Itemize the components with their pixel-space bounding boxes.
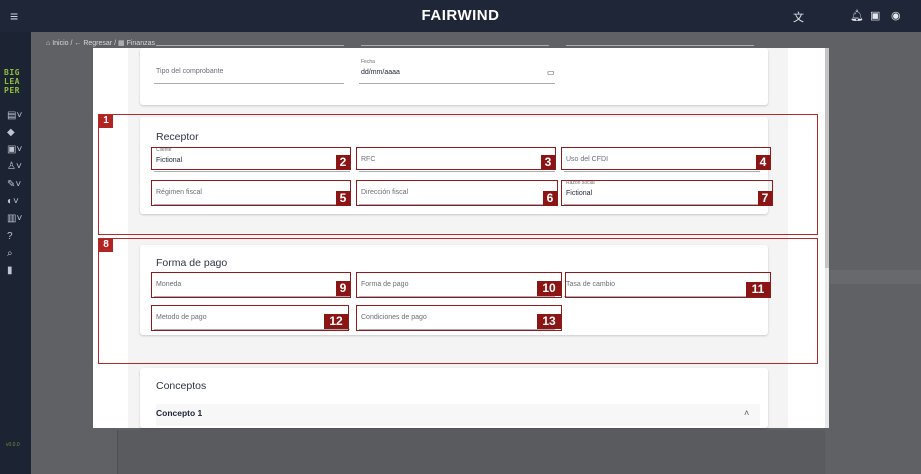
sidebar-item-catalog-icon[interactable]: ◐˅ <box>7 196 27 207</box>
annotation-box-condiciones <box>356 305 562 331</box>
annotation-tag-4: 4 <box>756 155 770 170</box>
field-line <box>156 45 344 46</box>
top-bar: ≡ FAIRWIND 文 🔔︎ ▣ ◉ <box>0 0 921 32</box>
breadcrumb: ⌂ Inicio / ← Regresar / ▦ Finanzas <box>46 40 155 47</box>
annotation-box-direccion <box>356 180 558 206</box>
back-arrow-icon: ← <box>74 40 82 47</box>
search-icon[interactable]: ⌕ <box>7 248 27 259</box>
finance-icon: ▦ <box>118 40 125 47</box>
annotation-tag-7: 7 <box>758 191 772 206</box>
background-card <box>117 430 825 474</box>
annotation-tag-3: 3 <box>541 155 555 170</box>
annotation-box-forma-pago <box>98 238 818 364</box>
account-icon[interactable]: ◉ <box>891 9 901 22</box>
breadcrumb-home[interactable]: Inicio <box>52 40 68 47</box>
modal-scrollbar[interactable] <box>825 48 829 428</box>
field-line <box>361 45 549 46</box>
sidebar-item-documents-icon[interactable]: ▤˅ <box>7 110 27 121</box>
annotation-box-regimen <box>151 180 351 206</box>
annotation-tag-2: 2 <box>336 155 350 170</box>
annotation-tag-1: 1 <box>99 115 113 128</box>
annotation-tag-11: 11 <box>746 282 770 297</box>
chat-icon[interactable]: ▣ <box>870 9 880 22</box>
sidebar: BIG LEA PER ▤˅ ◆ ▣˅ ♙˅ ✎˅ ◐˅ ▥˅ ? ⌕ ▮ v0… <box>0 32 31 474</box>
bell-icon[interactable]: 🔔︎ <box>850 9 864 22</box>
logo: BIG LEA PER <box>4 68 20 95</box>
book-icon[interactable]: ▮ <box>7 265 27 276</box>
sidebar-item-reports-icon[interactable]: ▥˅ <box>7 213 27 224</box>
conceptos-title: Conceptos <box>156 380 207 392</box>
annotation-tag-5: 5 <box>336 191 350 206</box>
annotation-box-receptor <box>98 114 818 235</box>
app-brand: FAIRWIND <box>421 7 500 24</box>
annotation-box-cliente <box>151 147 351 170</box>
annotation-tag-9: 9 <box>336 281 350 296</box>
field-line <box>566 45 754 46</box>
annotation-tag-8: 8 <box>99 239 113 252</box>
annotation-tag-13: 13 <box>537 314 561 329</box>
scrollbar-thumb[interactable] <box>825 48 829 268</box>
annotation-box-metodo <box>151 305 349 331</box>
sidebar-item-finance-icon[interactable]: ▣˅ <box>7 144 27 155</box>
home-icon: ⌂ <box>46 40 51 47</box>
annotation-box-tasa <box>565 272 771 298</box>
background-strip <box>830 270 921 284</box>
tipo-comprobante-field[interactable]: Tipo del comprobante <box>154 62 344 84</box>
help-icon[interactable]: ? <box>7 231 27 242</box>
annotation-box-rfc <box>356 147 556 170</box>
concepto-panel-header[interactable]: Concepto 1 ˄ <box>156 404 760 426</box>
annotation-box-razon <box>561 180 773 206</box>
calendar-icon[interactable]: ▭ <box>547 68 555 77</box>
chevron-up-icon[interactable]: ˄ <box>744 408 749 418</box>
sidebar-item-tags-icon[interactable]: ◆ <box>7 127 27 138</box>
annotation-tag-12: 12 <box>324 314 348 329</box>
sidebar-item-tools-icon[interactable]: ✎˅ <box>7 179 27 190</box>
translate-icon[interactable]: 文 <box>793 9 804 25</box>
annotation-box-moneda <box>151 272 351 298</box>
version-text: v0.0.0 <box>6 442 20 448</box>
annotation-tag-6: 6 <box>543 191 557 206</box>
sidebar-item-people-icon[interactable]: ♙˅ <box>7 161 27 172</box>
annotation-tag-10: 10 <box>537 281 561 296</box>
annotation-box-forma-pago-field <box>356 272 562 298</box>
breadcrumb-back[interactable]: Regresar <box>83 40 112 47</box>
annotation-box-uso-cfdi <box>561 147 771 170</box>
fecha-field[interactable]: Fecha dd/mm/aaaa ▭ <box>359 59 555 84</box>
concepto-title: Concepto 1 <box>156 408 203 418</box>
breadcrumb-current: Finanzas <box>126 40 155 47</box>
